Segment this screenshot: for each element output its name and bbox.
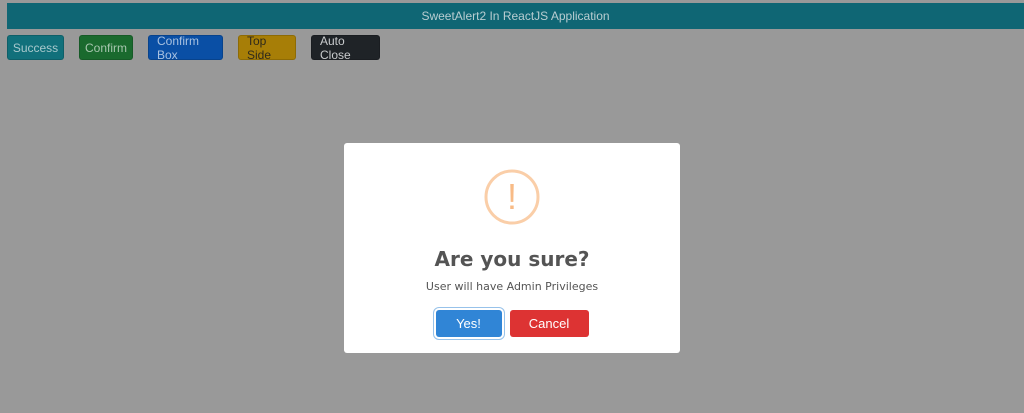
- auto-close-button[interactable]: Auto Close: [311, 34, 380, 62]
- warning-icon: !: [484, 169, 540, 225]
- cancel-button[interactable]: Cancel: [509, 310, 589, 337]
- confirm-box-button[interactable]: Confirm Box: [148, 34, 223, 62]
- button-toolbar: Success Confirm Confirm Box Top Side Aut…: [7, 34, 380, 62]
- app-title: SweetAlert2 In ReactJS Application: [421, 9, 610, 23]
- dialog-message: User will have Admin Privileges: [425, 280, 599, 293]
- success-button[interactable]: Success: [7, 35, 64, 60]
- confirm-button[interactable]: Confirm: [79, 35, 133, 60]
- top-side-button[interactable]: Top Side: [238, 34, 296, 62]
- alert-dialog: ! Are you sure? User will have Admin Pri…: [344, 143, 680, 353]
- dialog-title: Are you sure?: [434, 247, 590, 271]
- warning-glyph: !: [507, 176, 517, 217]
- dialog-actions: Yes! Cancel: [344, 310, 680, 337]
- confirm-yes-button[interactable]: Yes!: [435, 310, 502, 337]
- app-header: SweetAlert2 In ReactJS Application: [7, 3, 1024, 29]
